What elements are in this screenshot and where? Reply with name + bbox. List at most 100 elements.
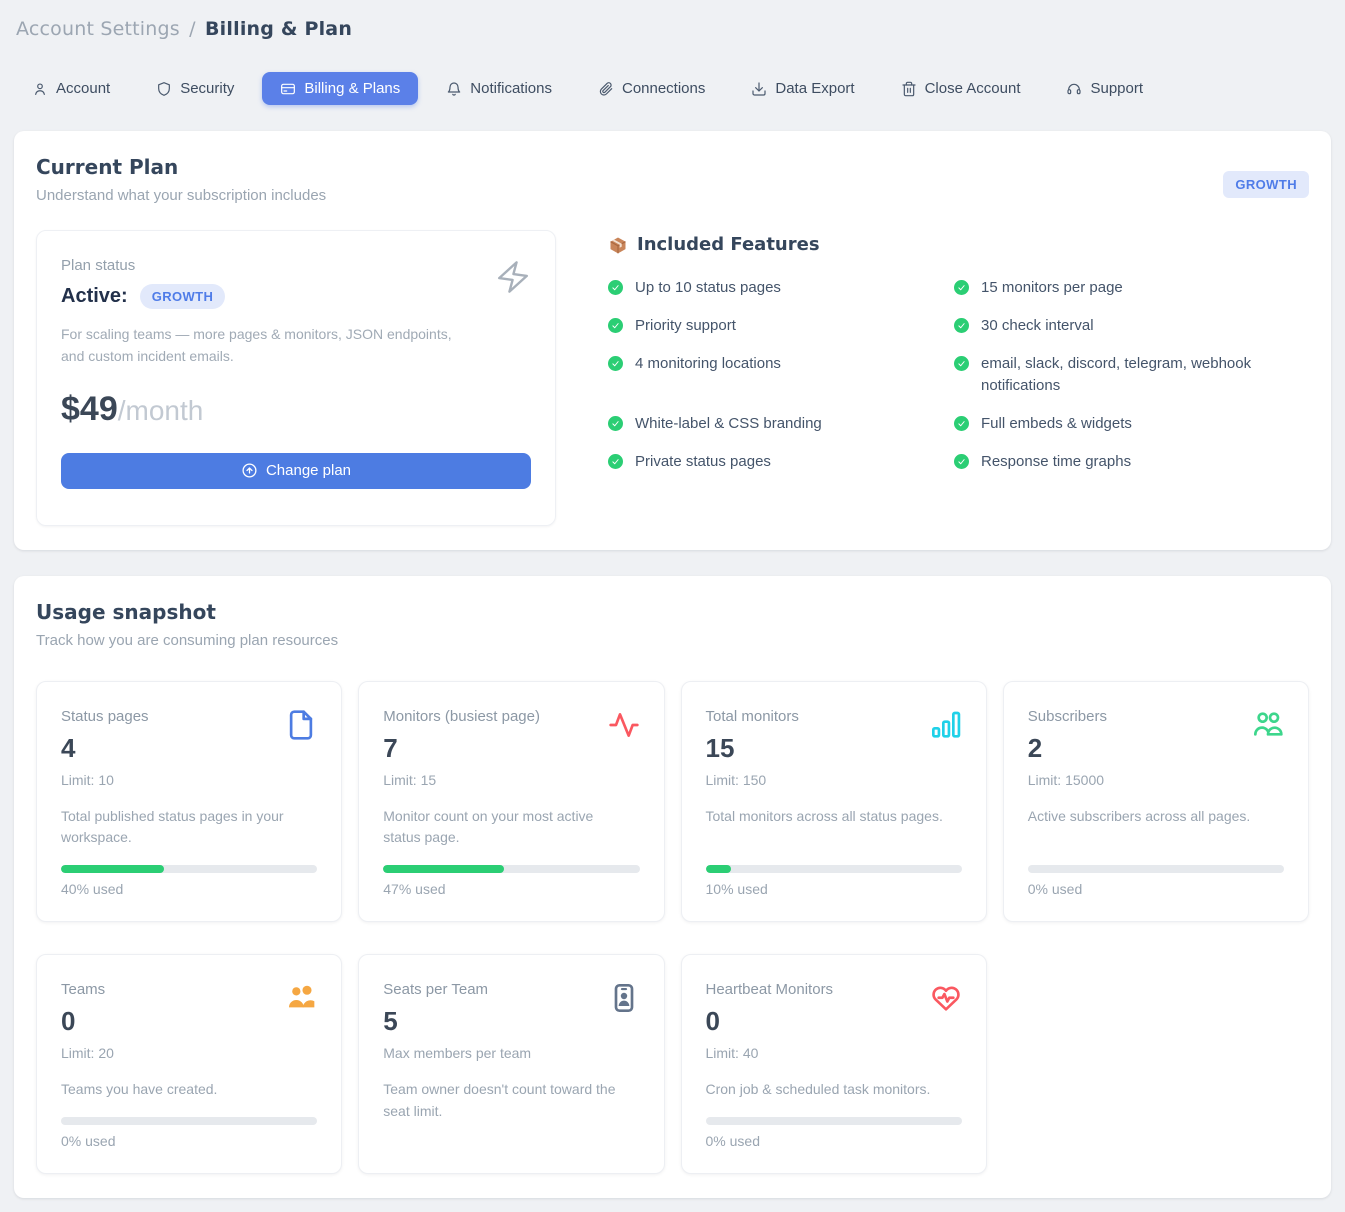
current-plan-title: Current Plan — [36, 155, 1309, 179]
breadcrumb-separator: / — [186, 18, 199, 40]
usage-description: Teams you have created. — [61, 1079, 317, 1101]
trash-icon — [901, 81, 917, 97]
check-icon — [954, 280, 969, 295]
usage-grid-row1: Status pages 4 Limit: 10 Total published… — [36, 681, 1309, 922]
check-icon — [954, 454, 969, 469]
usage-description: Active subscribers across all pages. — [1028, 806, 1284, 828]
tab-label: Security — [180, 80, 234, 97]
usage-limit: Limit: 15 — [383, 772, 639, 788]
feature-item: White-label & CSS branding — [608, 413, 954, 435]
plan-price-amount: $49 — [61, 390, 118, 428]
progress-fill — [706, 865, 732, 873]
tab-label: Connections — [622, 80, 705, 97]
check-icon — [608, 318, 623, 333]
plan-price-period: /month — [118, 395, 204, 426]
users-outline-icon — [1252, 708, 1284, 747]
feature-item: Private status pages — [608, 451, 954, 473]
usage-progress: 47% used — [383, 849, 639, 897]
tab-account[interactable]: Account — [14, 72, 128, 105]
usage-value: 0 — [61, 1006, 317, 1037]
settings-tabbar: Account Security Billing & Plans Notific… — [14, 72, 1331, 105]
contact-card-icon — [608, 981, 640, 1020]
feature-item: email, slack, discord, telegram, webhook… — [954, 353, 1309, 397]
lightning-icon — [495, 257, 531, 302]
tab-close-account[interactable]: Close Account — [883, 72, 1039, 105]
usage-value: 5 — [383, 1006, 639, 1037]
usage-progress: 10% used — [706, 849, 962, 897]
heart-pulse-icon — [930, 981, 962, 1020]
usage-value: 4 — [61, 733, 317, 764]
usage-description: Team owner doesn't count toward the seat… — [383, 1079, 639, 1122]
usage-card-monitors-busiest: Monitors (busiest page) 7 Limit: 15 Moni… — [358, 681, 664, 922]
tab-billing-plans[interactable]: Billing & Plans — [262, 72, 418, 105]
usage-value: 15 — [706, 733, 962, 764]
check-icon — [954, 416, 969, 431]
tab-support[interactable]: Support — [1048, 72, 1161, 105]
plan-status-label: Plan status — [61, 257, 531, 274]
feature-item: Up to 10 status pages — [608, 277, 954, 299]
usage-progress: 0% used — [61, 1101, 317, 1149]
usage-description: Monitor count on your most active status… — [383, 806, 639, 849]
arrow-up-circle-icon — [241, 462, 258, 479]
check-icon — [954, 318, 969, 333]
usage-progress: 0% used — [706, 1101, 962, 1149]
usage-progress: 40% used — [61, 849, 317, 897]
usage-subtitle: Track how you are consuming plan resourc… — [36, 632, 1309, 649]
usage-percent-label: 0% used — [1028, 881, 1284, 897]
usage-value: 7 — [383, 733, 639, 764]
usage-percent-label: 0% used — [706, 1133, 962, 1149]
feature-item: Priority support — [608, 315, 954, 337]
usage-percent-label: 10% used — [706, 881, 962, 897]
tab-label: Close Account — [925, 80, 1021, 97]
package-icon — [608, 235, 628, 255]
tab-data-export[interactable]: Data Export — [733, 72, 872, 105]
tab-label: Account — [56, 80, 110, 97]
tab-label: Data Export — [775, 80, 854, 97]
change-plan-label: Change plan — [266, 462, 351, 479]
usage-card-subscribers: Subscribers 2 Limit: 15000 Active subscr… — [1003, 681, 1309, 922]
credit-card-icon — [280, 81, 296, 97]
tab-security[interactable]: Security — [138, 72, 252, 105]
usage-percent-label: 0% used — [61, 1133, 317, 1149]
users-filled-icon — [285, 981, 317, 1020]
usage-value: 2 — [1028, 733, 1284, 764]
progress-fill — [383, 865, 503, 873]
plan-description: For scaling teams — more pages & monitor… — [61, 323, 471, 368]
tab-notifications[interactable]: Notifications — [428, 72, 570, 105]
usage-value: 0 — [706, 1006, 962, 1037]
usage-description: Cron job & scheduled task monitors. — [706, 1079, 962, 1101]
usage-card-heartbeat-monitors: Heartbeat Monitors 0 Limit: 40 Cron job … — [681, 954, 987, 1174]
tab-label: Notifications — [470, 80, 552, 97]
usage-limit: Limit: 15000 — [1028, 772, 1284, 788]
included-features: Included Features Up to 10 status pages … — [556, 230, 1309, 473]
user-icon — [32, 81, 48, 97]
feature-item: Full embeds & widgets — [954, 413, 1309, 435]
current-plan-subtitle: Understand what your subscription includ… — [36, 187, 1309, 204]
usage-limit: Limit: 10 — [61, 772, 317, 788]
features-grid: Up to 10 status pages 15 monitors per pa… — [608, 277, 1309, 473]
check-icon — [608, 356, 623, 371]
usage-limit: Limit: 40 — [706, 1045, 962, 1061]
headset-icon — [1066, 81, 1082, 97]
tab-label: Billing & Plans — [304, 80, 400, 97]
usage-description: Total published status pages in your wor… — [61, 806, 317, 849]
usage-card-status-pages: Status pages 4 Limit: 10 Total published… — [36, 681, 342, 922]
check-icon — [954, 356, 969, 371]
plan-tier-badge: GROWTH — [140, 284, 226, 309]
usage-limit: Limit: 150 — [706, 772, 962, 788]
change-plan-button[interactable]: Change plan — [61, 453, 531, 489]
breadcrumb-section[interactable]: Account Settings — [16, 18, 180, 40]
tab-connections[interactable]: Connections — [580, 72, 723, 105]
paperclip-icon — [598, 81, 614, 97]
features-title: Included Features — [637, 234, 820, 255]
usage-limit: Limit: 20 — [61, 1045, 317, 1061]
breadcrumb: Account Settings / Billing & Plan — [14, 14, 1331, 40]
progress-fill — [61, 865, 164, 873]
plan-corner-badge: GROWTH — [1223, 171, 1309, 198]
usage-grid-row2: Teams 0 Limit: 20 Teams you have created… — [36, 954, 1309, 1174]
usage-card-total-monitors: Total monitors 15 Limit: 150 Total monit… — [681, 681, 987, 922]
file-icon — [285, 708, 317, 747]
usage-limit: Max members per team — [383, 1045, 639, 1061]
usage-progress: 0% used — [1028, 849, 1284, 897]
current-plan-panel: Current Plan Understand what your subscr… — [14, 131, 1331, 550]
